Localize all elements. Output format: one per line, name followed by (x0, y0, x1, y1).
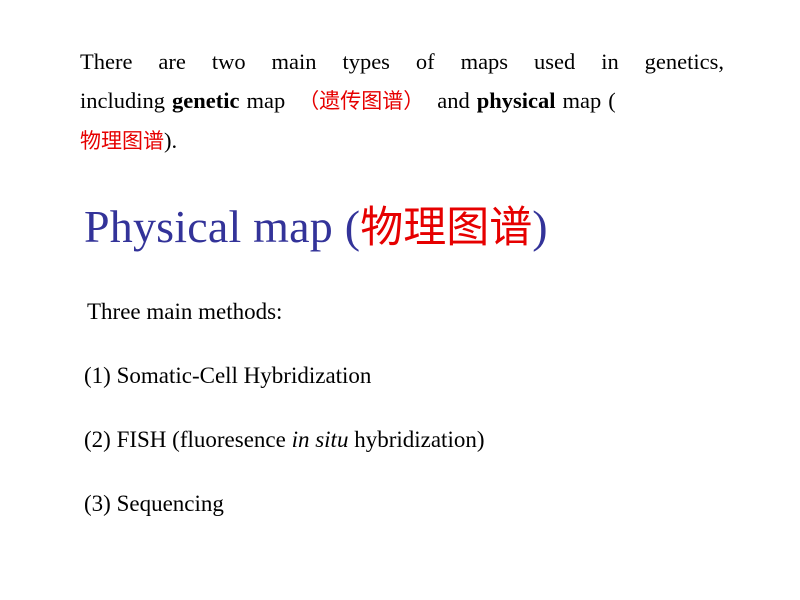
intro-line1-word: of (415, 49, 435, 74)
slide-title: Physical map (物理图谱) (84, 196, 548, 259)
intro-line1-word: maps (460, 49, 509, 74)
genetic-chinese-term: 遗传图谱 (319, 89, 404, 113)
slide-title-english: Physical map (84, 201, 333, 252)
intro-line1-word: two (211, 49, 246, 74)
method-item-1: (1) Somatic-Cell Hybridization (84, 363, 372, 388)
intro-line1-word: types (342, 49, 390, 74)
intro-line1-word: in (601, 49, 619, 74)
physical-chinese-term: 物理图谱 (80, 129, 164, 153)
intro-and-word: and (437, 88, 470, 113)
physical-paren-close: ). (164, 128, 178, 153)
intro-line-2: including genetic map （遗传图谱） and physical map( (80, 81, 724, 121)
method-item-2-suffix: hybridization) (354, 427, 485, 452)
intro-line1-word: are (158, 49, 186, 74)
genetic-cn-paren-close: ） (403, 89, 425, 113)
intro-paragraph: There are two main types of maps used in… (80, 42, 724, 161)
intro-line1-word: main (271, 49, 317, 74)
intro-line1-word: used (534, 49, 576, 74)
physical-keyword: physical (476, 88, 556, 113)
genetic-cn-paren-open: （ (298, 89, 320, 113)
intro-map-word-1: map (246, 88, 286, 113)
methods-intro-label: Three main methods: (87, 299, 283, 324)
intro-line-1: There are two main types of maps used in… (80, 42, 724, 81)
intro-map-word-2: map (562, 88, 602, 113)
slide-title-paren-open: ( (344, 201, 361, 252)
slide-canvas: There are two main types of maps used in… (0, 0, 800, 600)
intro-line1-word: There (80, 49, 133, 74)
intro-including-text: including (80, 88, 165, 113)
method-item-3: (3) Sequencing (84, 491, 224, 516)
intro-line-3: 物理图谱). (80, 121, 724, 161)
intro-line1-word: genetics, (644, 49, 724, 74)
methods-list: Three main methods: (1) Somatic-Cell Hyb… (84, 300, 744, 515)
slide-title-chinese: 物理图谱 (360, 203, 533, 253)
method-item-2: (2) FISH (fluoresence in situ hybridizat… (84, 428, 744, 451)
genetic-keyword: genetic (172, 88, 240, 113)
slide-title-paren-close: ) (532, 201, 548, 252)
method-item-2-prefix: (2) FISH (fluoresence (84, 427, 286, 452)
physical-paren-open: ( (608, 88, 616, 113)
method-item-2-latin-term: in situ (291, 427, 349, 452)
